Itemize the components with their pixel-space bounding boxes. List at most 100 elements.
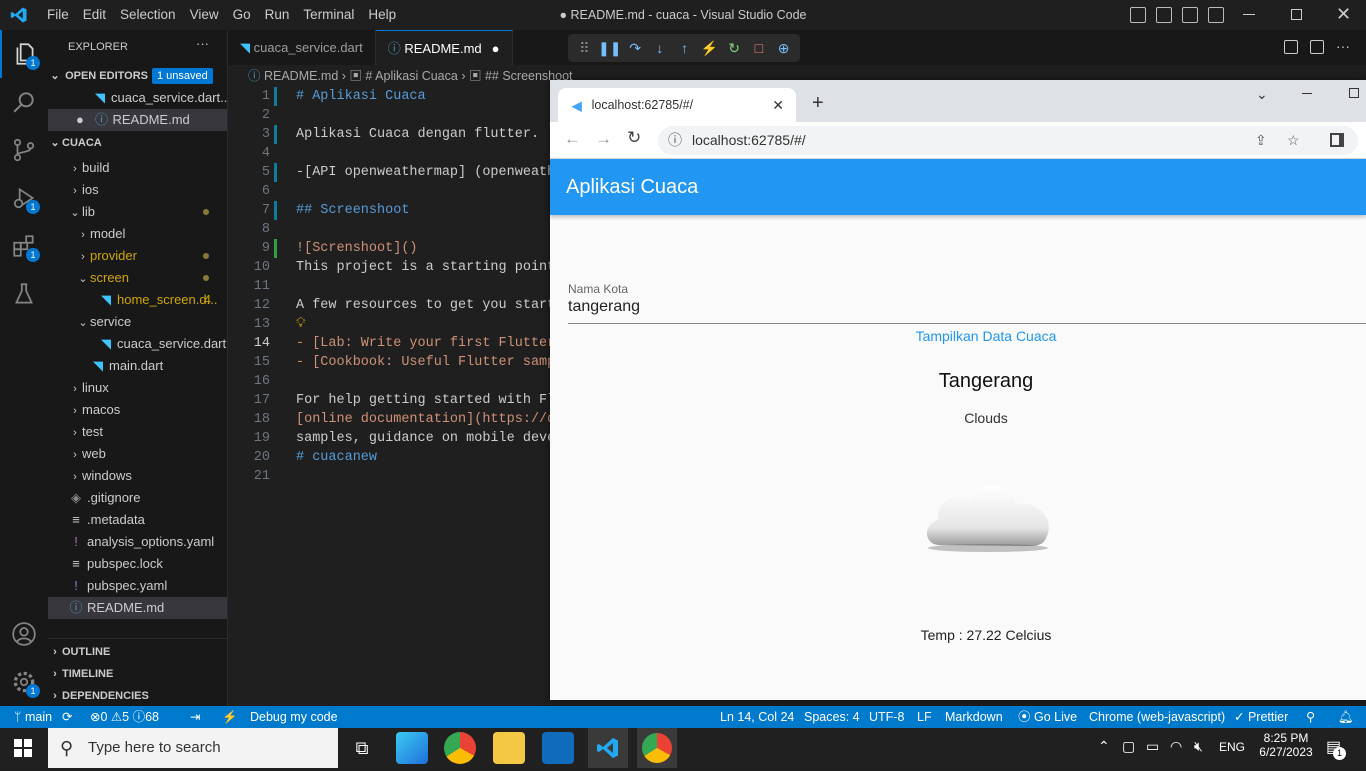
restart-icon[interactable]: ↻ (724, 38, 745, 58)
settings-gear-icon[interactable]: 1 (0, 658, 48, 706)
tree-item[interactable]: ◥ cuaca_service.dart (48, 333, 227, 355)
code-line[interactable]: 7 ## Screenshoot (228, 201, 550, 220)
code-line[interactable]: 11 (228, 277, 550, 296)
tree-item[interactable]: ◥ main.dart (48, 355, 227, 377)
chrome-icon[interactable] (444, 732, 476, 764)
debug-config[interactable]: Debug my code (250, 706, 338, 728)
accounts-icon[interactable]: ⚲ (1306, 706, 1315, 728)
code-line[interactable]: 1 # Aplikasi Cuaca (228, 87, 550, 106)
menu-file[interactable]: File (40, 0, 76, 30)
drag-handle-icon[interactable]: ⠿ (574, 38, 595, 58)
problems-item[interactable]: ⊗0 ⚠5 ⓘ68 (90, 706, 159, 728)
split-editor-icon[interactable] (1310, 40, 1324, 54)
menu-edit[interactable]: Edit (76, 0, 113, 30)
cursor-position[interactable]: Ln 14, Col 24 (720, 706, 794, 728)
code-line[interactable]: 6 (228, 182, 550, 201)
end-of-line[interactable]: LF (917, 706, 932, 728)
maximize-icon[interactable] (1349, 88, 1359, 98)
tree-item[interactable]: › windows (48, 465, 227, 487)
tab-search-icon[interactable]: ⌄ (1256, 86, 1268, 103)
lightbulb-icon[interactable]: 💡︎ (296, 315, 305, 334)
language-indicator[interactable]: ENG (1219, 740, 1245, 754)
code-line[interactable]: 17 For help getting started with Flu (228, 391, 564, 410)
code-line[interactable]: 21 (228, 467, 550, 486)
more-actions-icon[interactable]: ··· (1336, 38, 1350, 54)
browser-tab[interactable]: ◀ localhost:62785/#/ ✕ (558, 88, 796, 122)
outline-section[interactable]: › OUTLINE (48, 641, 227, 663)
tree-item[interactable]: ⌄ screen (48, 267, 227, 289)
go-live[interactable]: ⦿ Go Live (1018, 706, 1077, 728)
extensions-icon[interactable]: 1 (0, 222, 48, 270)
tree-item[interactable]: › linux (48, 377, 227, 399)
tree-item[interactable]: ⌄ lib (48, 201, 227, 223)
code-line[interactable]: 8 (228, 220, 550, 239)
share-icon[interactable]: ⇪ (1255, 126, 1267, 155)
tab-cuaca-service[interactable]: ◥ cuaca_service.dart (228, 30, 376, 65)
account-icon[interactable] (0, 610, 48, 658)
code-line[interactable]: 18 [online documentation](https://do (228, 410, 564, 429)
run-debug-icon[interactable]: 1 (0, 174, 48, 222)
step-over-icon[interactable]: ↷ (625, 38, 646, 58)
more-actions-icon[interactable]: ··· (196, 36, 209, 51)
sync-icon[interactable]: ⟳ (62, 706, 72, 728)
code-line[interactable]: 12 A few resources to get you starte (228, 296, 564, 315)
toggle-secondary-sidebar-icon[interactable] (1182, 7, 1198, 23)
code-line[interactable]: 9 ![Screnshoot]() (228, 239, 550, 258)
unsaved-dot-icon[interactable]: ● (492, 41, 500, 56)
prettier[interactable]: ✓ Prettier (1234, 706, 1288, 728)
tree-item[interactable]: ≡ pubspec.lock (48, 553, 227, 575)
code-line[interactable]: 16 (228, 372, 550, 391)
tab-readme[interactable]: ⓘ README.md ● (375, 30, 513, 65)
tree-item[interactable]: ◥ home_screen.d... 4 (48, 289, 227, 311)
branch-item[interactable]: ᛘ main (14, 706, 52, 728)
explorer-icon[interactable]: 1 (0, 30, 48, 78)
show-weather-button[interactable]: Tampilkan Data Cuaca (568, 328, 1366, 344)
task-view-icon[interactable]: ⧉ (346, 732, 378, 764)
wifi-icon[interactable]: ◠ (1170, 738, 1182, 755)
testing-icon[interactable] (0, 270, 48, 318)
minimize-icon[interactable] (1243, 14, 1255, 15)
tree-item[interactable]: › test (48, 421, 227, 443)
step-out-icon[interactable]: ↑ (674, 38, 695, 58)
search-icon[interactable] (0, 78, 48, 126)
step-into-icon[interactable]: ↓ (650, 38, 671, 58)
site-info-icon[interactable]: ⓘ (668, 126, 682, 155)
file-explorer-icon[interactable] (493, 732, 525, 764)
code-line[interactable]: 3 Aplikasi Cuaca dengan flutter. (228, 125, 550, 144)
code-line[interactable]: 2 (228, 106, 550, 125)
minimize-icon[interactable] (1302, 93, 1312, 94)
code-line[interactable]: 14 - [Lab: Write your first Flutter (228, 334, 555, 353)
tree-item[interactable]: ! pubspec.yaml (48, 575, 227, 597)
tree-item[interactable]: › model (48, 223, 227, 245)
encoding[interactable]: UTF-8 (869, 706, 904, 728)
notifications-bell-icon[interactable]: 🔔︎ (1338, 706, 1354, 728)
inspect-widget-icon[interactable]: ⊕ (773, 38, 794, 58)
toggle-panel-icon[interactable] (1156, 7, 1172, 23)
open-editor-item[interactable]: ◥ cuaca_service.dart... (48, 87, 227, 109)
address-bar[interactable]: ⓘ localhost:62785/#/ ⇪ ☆ (658, 126, 1358, 155)
vscode-taskbar-icon[interactable] (588, 728, 628, 768)
close-tab-icon[interactable]: ✕ (772, 97, 784, 114)
customize-layout-icon[interactable] (1208, 7, 1224, 23)
tree-item[interactable]: ⌄ service (48, 311, 227, 333)
tree-item[interactable]: ◈ .gitignore (48, 487, 227, 509)
tree-item[interactable]: › ios (48, 179, 227, 201)
open-editors-section[interactable]: ⌄ OPEN EDITORS 1 unsaved (48, 65, 227, 87)
code-line[interactable]: 13 💡︎ (228, 315, 550, 334)
clock[interactable]: 8:25 PM 6/27/2023 (1258, 731, 1314, 759)
language-mode[interactable]: Markdown (945, 706, 1003, 728)
open-preview-icon[interactable] (1284, 40, 1298, 54)
pause-icon[interactable]: ❚❚ (598, 38, 621, 58)
project-section[interactable]: ⌄ CUACA (48, 132, 227, 154)
tree-item[interactable]: ≡ .metadata (48, 509, 227, 531)
code-line[interactable]: 10 This project is a starting point (228, 258, 555, 277)
menu-help[interactable]: Help (361, 0, 403, 30)
battery-icon[interactable]: ▭ (1146, 738, 1159, 755)
timeline-section[interactable]: › TIMELINE (48, 663, 227, 685)
tree-item[interactable]: › macos (48, 399, 227, 421)
code-line[interactable]: 20 # cuacanew (228, 448, 550, 467)
edge-icon[interactable] (396, 732, 428, 764)
restore-icon[interactable] (1291, 9, 1302, 20)
code-line[interactable]: 4 (228, 144, 550, 163)
city-input[interactable]: tangerang (568, 298, 1366, 324)
